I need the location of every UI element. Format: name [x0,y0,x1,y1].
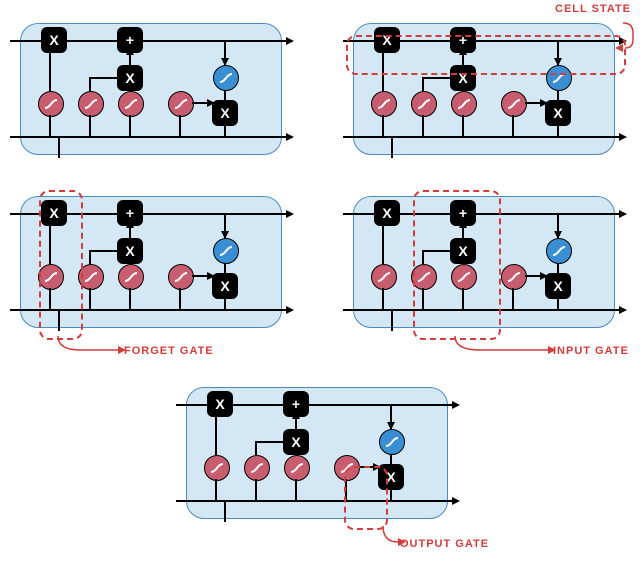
sigmoid-icon [118,91,144,117]
mult-op: X [545,100,571,126]
mult-op: X [207,391,233,417]
mult-op: X [41,27,67,53]
sigmoid-icon [501,91,527,117]
sigmoid-icon [284,455,310,481]
sigmoid-icon [501,264,527,290]
sigmoid-icon [204,455,230,481]
sigmoid-icon [38,91,64,117]
sigmoid-icon [244,455,270,481]
tanh-icon [213,65,239,91]
tanh-icon [213,238,239,264]
sigmoid-icon [118,264,144,290]
label-input-gate: INPUT GATE [553,345,629,357]
label-cell-state: CELL STATE [555,3,631,15]
sigmoid-icon [371,91,397,117]
sigmoid-icon [168,91,194,117]
tanh-icon [546,238,572,264]
sigmoid-icon [411,91,437,117]
sigmoid-icon [168,264,194,290]
mult-op: X [374,200,400,226]
mult-op: X [283,429,309,455]
mult-op: X [212,100,238,126]
label-output-gate: OUTPUT GATE [400,538,489,550]
highlight-forget_gate [39,190,83,340]
highlight-cell_state [346,35,626,75]
highlight-input_gate [413,190,501,340]
label-forget-gate: FORGET GATE [124,345,214,357]
sigmoid-icon [451,91,477,117]
sigmoid-icon [371,264,397,290]
highlight-output_gate [344,466,388,530]
mult-op: X [117,65,143,91]
tanh-icon [379,429,405,455]
mult-op: X [212,273,238,299]
sigmoid-icon [78,91,104,117]
mult-op: X [545,273,571,299]
mult-op: X [117,238,143,264]
